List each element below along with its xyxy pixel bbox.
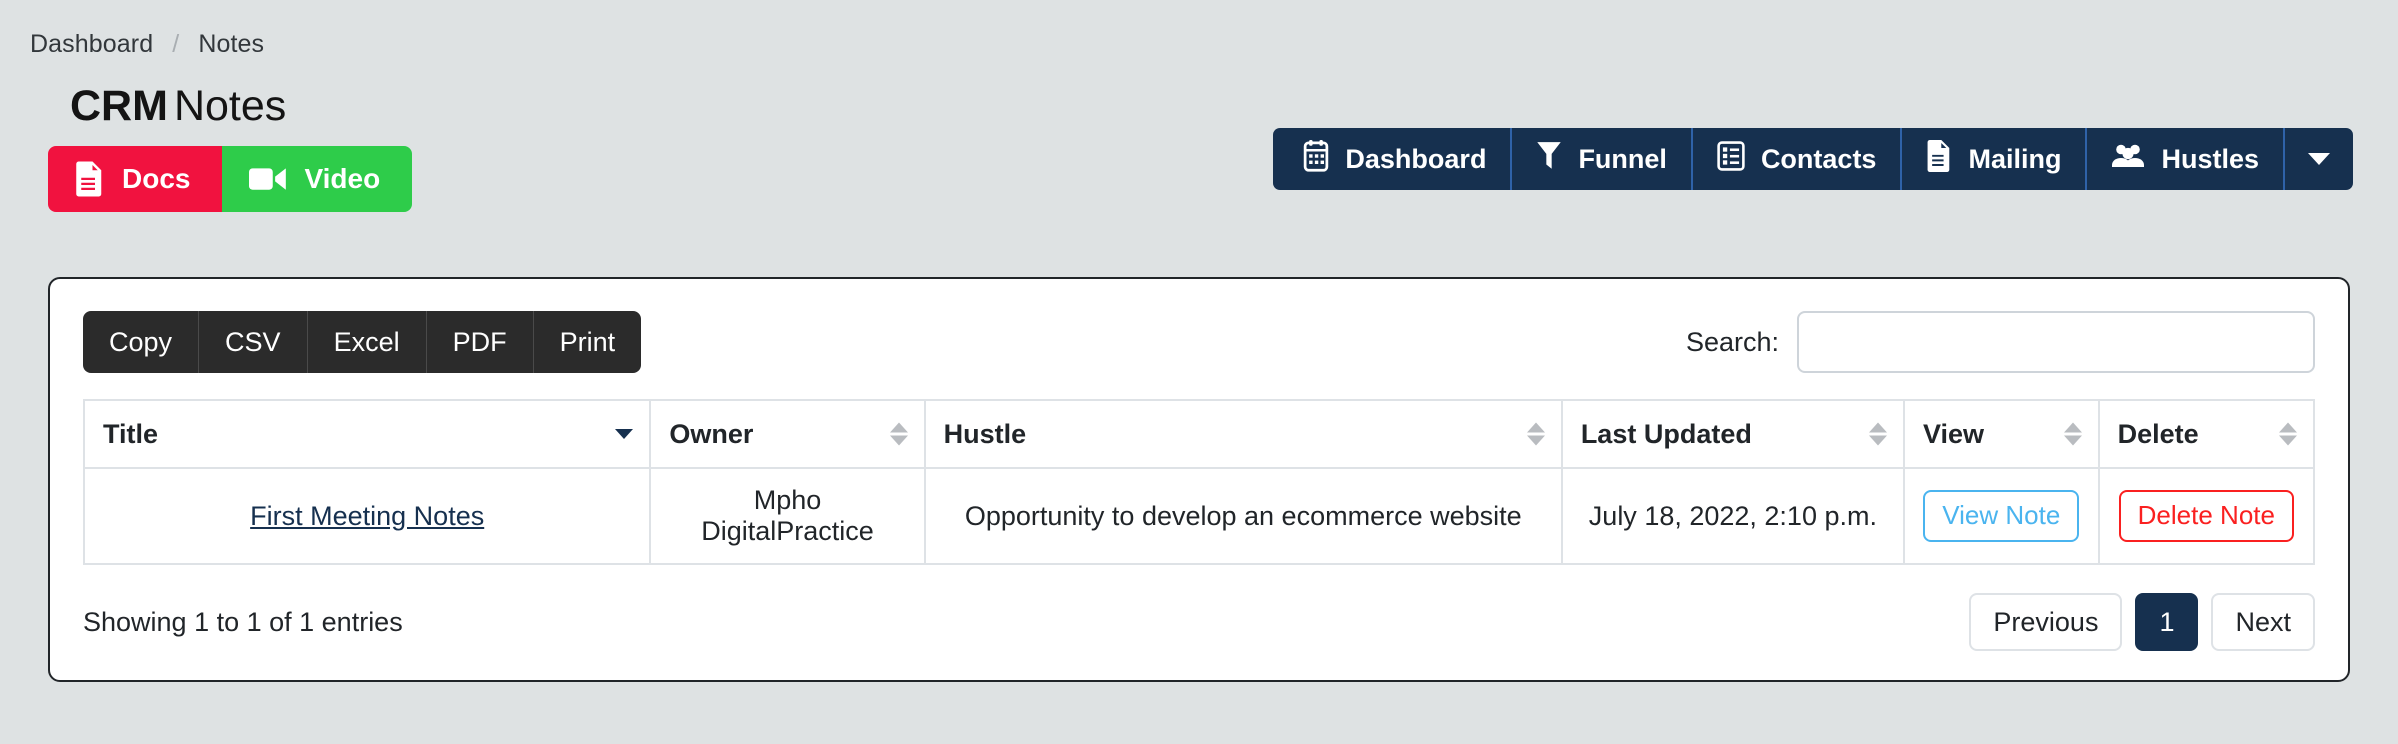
view-note-button[interactable]: View Note: [1923, 490, 2080, 542]
column-header-owner[interactable]: Owner: [649, 399, 926, 469]
cell-last-updated: July 18, 2022, 2:10 p.m.: [1560, 467, 1905, 565]
datatable-footer: Showing 1 to 1 of 1 entries Previous 1 N…: [50, 565, 2348, 651]
copy-button[interactable]: Copy: [83, 311, 200, 373]
page-title: CRM Notes: [70, 85, 286, 128]
pagination-previous[interactable]: Previous: [1969, 593, 2123, 651]
nav-item-hustles-label: Hustles: [2161, 143, 2259, 174]
column-header-owner-label: Owner: [669, 418, 754, 449]
cell-owner: Mpho DigitalPractice: [649, 467, 926, 565]
nav-item-dashboard-label: Dashboard: [1345, 143, 1487, 174]
nav-item-contacts-label: Contacts: [1760, 143, 1877, 174]
sort-indicator-owner[interactable]: [889, 422, 908, 446]
delete-note-button[interactable]: Delete Note: [2118, 490, 2294, 542]
page-title-strong: CRM: [70, 82, 168, 130]
page-title-light: Notes: [173, 82, 287, 130]
column-header-delete-label: Delete: [2117, 418, 2199, 449]
file-lines-icon: [75, 161, 105, 197]
table-head: Title Owner Hustle Last Updated View Del…: [82, 399, 2316, 469]
calendar-icon: [1303, 139, 1329, 179]
nav-dropdown-toggle[interactable]: [2285, 128, 2353, 190]
search-input[interactable]: [1797, 311, 2315, 373]
column-header-view[interactable]: View: [1902, 399, 2100, 469]
top-navigation: Dashboard Funnel Contacts Mailing Hustle…: [1273, 128, 2353, 190]
cell-delete: Delete Note: [2097, 467, 2316, 565]
pagination-page-1[interactable]: 1: [2135, 593, 2199, 651]
pagination-next[interactable]: Next: [2211, 593, 2315, 651]
nav-item-mailing-label: Mailing: [1968, 143, 2062, 174]
print-button[interactable]: Print: [534, 311, 642, 373]
column-header-title-label: Title: [103, 418, 159, 449]
search-area: Search:: [1686, 311, 2315, 373]
sort-indicator-view[interactable]: [2063, 422, 2082, 446]
breadcrumb-item-dashboard[interactable]: Dashboard: [30, 30, 153, 58]
table-header-row: Title Owner Hustle Last Updated View Del…: [82, 399, 2316, 469]
cell-view: View Note: [1902, 467, 2100, 565]
table-body: First Meeting Notes Mpho DigitalPractice…: [82, 467, 2316, 565]
datatable-toolbar: Copy CSV Excel PDF Print Search:: [50, 279, 2348, 373]
filter-icon: [1536, 140, 1562, 179]
sort-indicator-last-updated[interactable]: [1868, 422, 1887, 446]
document-icon: [1926, 139, 1952, 179]
pdf-button[interactable]: PDF: [427, 311, 534, 373]
column-header-view-label: View: [1922, 418, 1985, 449]
table-info: Showing 1 to 1 of 1 entries: [83, 606, 403, 637]
csv-button[interactable]: CSV: [199, 311, 308, 373]
nav-item-dashboard[interactable]: Dashboard: [1273, 128, 1513, 190]
excel-button[interactable]: Excel: [308, 311, 427, 373]
column-header-hustle[interactable]: Hustle: [923, 399, 1563, 469]
media-button-group: Docs Video: [48, 146, 413, 212]
chevron-down-icon: [2308, 153, 2330, 165]
column-header-delete[interactable]: Delete: [2097, 399, 2316, 469]
users-icon: [2111, 142, 2145, 177]
column-header-last-updated[interactable]: Last Updated: [1560, 399, 1905, 469]
pagination: Previous 1 Next: [1969, 593, 2315, 651]
notes-table: Title Owner Hustle Last Updated View Del…: [82, 399, 2316, 565]
docs-button[interactable]: Docs: [48, 146, 223, 212]
nav-item-contacts[interactable]: Contacts: [1693, 128, 1903, 190]
notes-card: Copy CSV Excel PDF Print Search: Title O…: [48, 277, 2350, 682]
column-header-hustle-label: Hustle: [943, 418, 1027, 449]
breadcrumb-item-notes[interactable]: Notes: [198, 30, 264, 58]
breadcrumb-separator: /: [172, 30, 180, 58]
nav-item-funnel[interactable]: Funnel: [1512, 128, 1693, 190]
list-icon: [1717, 140, 1745, 179]
nav-item-mailing[interactable]: Mailing: [1902, 128, 2088, 190]
video-button-label: Video: [304, 163, 381, 194]
column-header-title[interactable]: Title: [82, 399, 652, 469]
nav-item-hustles[interactable]: Hustles: [2087, 128, 2285, 190]
note-title-link[interactable]: First Meeting Notes: [250, 501, 484, 531]
video-button[interactable]: Video: [222, 146, 413, 212]
cell-title: First Meeting Notes: [82, 467, 652, 565]
cell-hustle: Opportunity to develop an ecommerce webs…: [923, 467, 1563, 565]
column-header-last-updated-label: Last Updated: [1580, 418, 1752, 449]
sort-indicator-title[interactable]: [615, 429, 634, 439]
export-button-group: Copy CSV Excel PDF Print: [83, 311, 642, 373]
sort-indicator-delete[interactable]: [2279, 422, 2297, 446]
nav-item-funnel-label: Funnel: [1578, 143, 1667, 174]
docs-button-label: Docs: [122, 163, 191, 194]
breadcrumb: Dashboard / Notes: [30, 30, 264, 59]
video-camera-icon: [249, 165, 287, 193]
search-label: Search:: [1685, 326, 1779, 357]
sort-indicator-hustle[interactable]: [1526, 422, 1545, 446]
table-row: First Meeting Notes Mpho DigitalPractice…: [82, 467, 2316, 565]
